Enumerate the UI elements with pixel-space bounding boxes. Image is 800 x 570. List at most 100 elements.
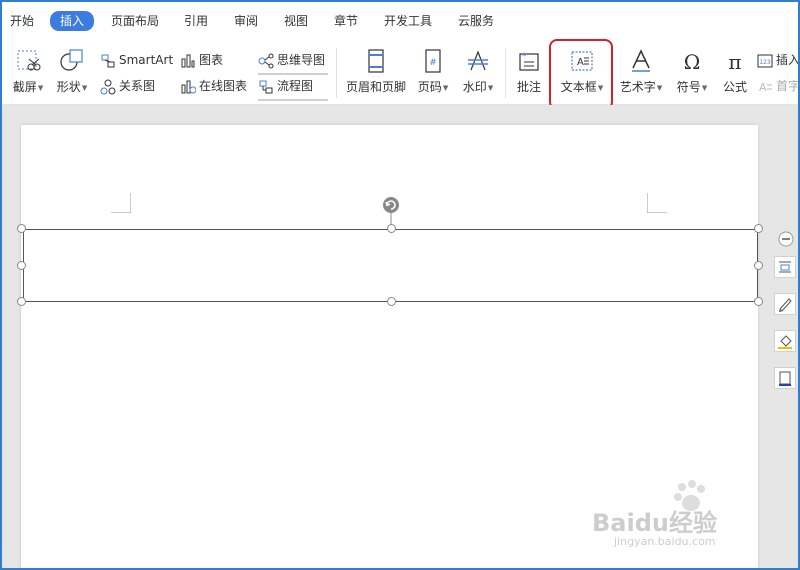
tab-page-layout[interactable]: 页面布局 [111,12,159,30]
mind-map-button[interactable]: 思维导图 [258,50,325,70]
insert-number-button[interactable]: 123 插入 [757,50,798,70]
tab-cloud[interactable]: 云服务 [458,12,494,30]
pi-icon: π [728,50,741,74]
smartart-button[interactable]: SmartArt [100,50,173,70]
menu-bar: 开始 插入 页面布局 引用 审阅 视图 章节 开发工具 云服务 [2,2,798,40]
flowchart-label: 流程图 [277,79,314,93]
resize-handle[interactable] [387,224,396,233]
tab-view[interactable]: 视图 [284,12,308,30]
relation-chart-label: 关系图 [119,79,156,93]
chevron-down-icon: ▼ [656,83,663,92]
screenshot-label: 截屏 [12,80,37,94]
online-chart-button[interactable]: 在线图表 [180,76,247,96]
tab-insert[interactable]: 插入 [50,11,95,31]
tab-start[interactable]: 开始 [10,12,34,30]
mind-map-underline [258,73,328,75]
svg-text:123: 123 [759,59,771,66]
relation-chart-button[interactable]: 关系图 [100,76,155,96]
word-art-icon [632,49,650,72]
page-number-button[interactable]: # 页码▼ [414,48,452,95]
drop-cap-label: 首字 [776,79,800,93]
formula-button[interactable]: π 公式 [718,48,752,95]
smartart-icon [101,54,115,67]
shapes-icon [60,49,83,71]
chart-button[interactable]: 图表 [180,50,223,70]
watermark-url: jingyan.baidu.com [614,535,716,548]
ribbon-toolbar: 截屏▼ 形状▼ SmartArt 关系图 图表 在线图表 思维导图 流程图 页眉… [2,40,798,105]
document-workspace: Baidu经验 jingyan.baidu.com [2,105,798,568]
scissors-icon [17,50,41,71]
outline-style-button[interactable] [774,293,796,315]
header-footer-icon [368,49,384,73]
app-window: 开始 插入 页面布局 引用 审阅 视图 章节 开发工具 云服务 截屏▼ 形状▼ … [0,0,800,570]
mind-map-icon [258,53,274,68]
resize-handle[interactable] [754,297,763,306]
chevron-down-icon: ▼ [442,83,449,92]
margin-corner-mark [111,193,131,213]
tab-chapter[interactable]: 章节 [334,12,358,30]
header-footer-button[interactable]: 页眉和页脚 [344,48,408,95]
smartart-label: SmartArt [119,53,174,67]
omega-icon: Ω [684,50,701,74]
document-page[interactable] [17,125,763,568]
paint-bucket-icon [778,335,792,349]
tab-references[interactable]: 引用 [184,12,208,30]
comment-icon: * [519,52,539,71]
chevron-down-icon: ▼ [701,83,708,92]
number-icon: 123 [757,54,773,67]
watermark-brand: Baidu经验 [592,509,717,537]
resize-handle[interactable] [754,261,763,270]
comment-button[interactable]: * 批注 [512,48,546,95]
chevron-down-icon: ▼ [37,83,44,92]
page-number-label: 页码 [417,80,442,94]
drop-cap-icon: A [759,81,772,94]
formula-label: 公式 [722,80,747,94]
shapes-label: 形状 [56,80,81,94]
collapse-icon[interactable] [778,231,794,247]
text-wrap-icon [779,261,791,273]
svg-text:#: # [429,58,437,68]
chevron-down-icon: ▼ [81,83,88,92]
svg-text:π: π [728,50,741,74]
drop-cap-button[interactable]: A 首字 [757,76,800,96]
chevron-down-icon: ▼ [487,83,494,92]
svg-text:*: * [522,52,527,62]
divider [505,48,506,98]
flowchart-underline [258,99,328,101]
resize-handle[interactable] [17,224,26,233]
layout-options-button[interactable] [774,256,796,278]
resize-handle[interactable] [17,297,26,306]
flowchart-button[interactable]: 流程图 [258,76,313,96]
tab-developer[interactable]: 开发工具 [384,12,432,30]
bar-chart-icon [181,54,195,67]
resize-handle[interactable] [754,224,763,233]
resize-handle[interactable] [17,261,26,270]
online-chart-label: 在线图表 [199,79,248,93]
symbol-label: 符号 [676,80,701,94]
online-chart-icon [181,80,197,93]
text-box-highlight [549,39,613,110]
border-style-button[interactable] [774,367,796,389]
tab-review[interactable]: 审阅 [234,12,258,30]
flowchart-icon [259,80,273,93]
margin-corner-mark [647,193,667,213]
watermark-label: 水印 [462,80,487,94]
border-icon [779,371,791,386]
fill-color-button[interactable] [774,330,796,352]
svg-text:Ω: Ω [684,50,701,74]
screenshot-button[interactable]: 截屏▼ [8,48,48,95]
text-box[interactable] [23,229,758,302]
relation-chart-icon [100,79,116,94]
header-footer-label: 页眉和页脚 [345,80,406,94]
pen-icon [779,298,792,312]
word-art-button[interactable]: 艺术字▼ [616,48,666,95]
svg-text:A: A [759,81,767,94]
chart-label: 图表 [199,53,224,67]
symbol-button[interactable]: Ω 符号▼ [672,48,712,95]
word-art-label: 艺术字 [619,80,656,94]
shapes-button[interactable]: 形状▼ [54,48,90,95]
comment-label: 批注 [516,80,541,94]
watermark-button[interactable]: 水印▼ [458,48,498,95]
mind-map-label: 思维导图 [277,53,326,67]
resize-handle[interactable] [387,297,396,306]
